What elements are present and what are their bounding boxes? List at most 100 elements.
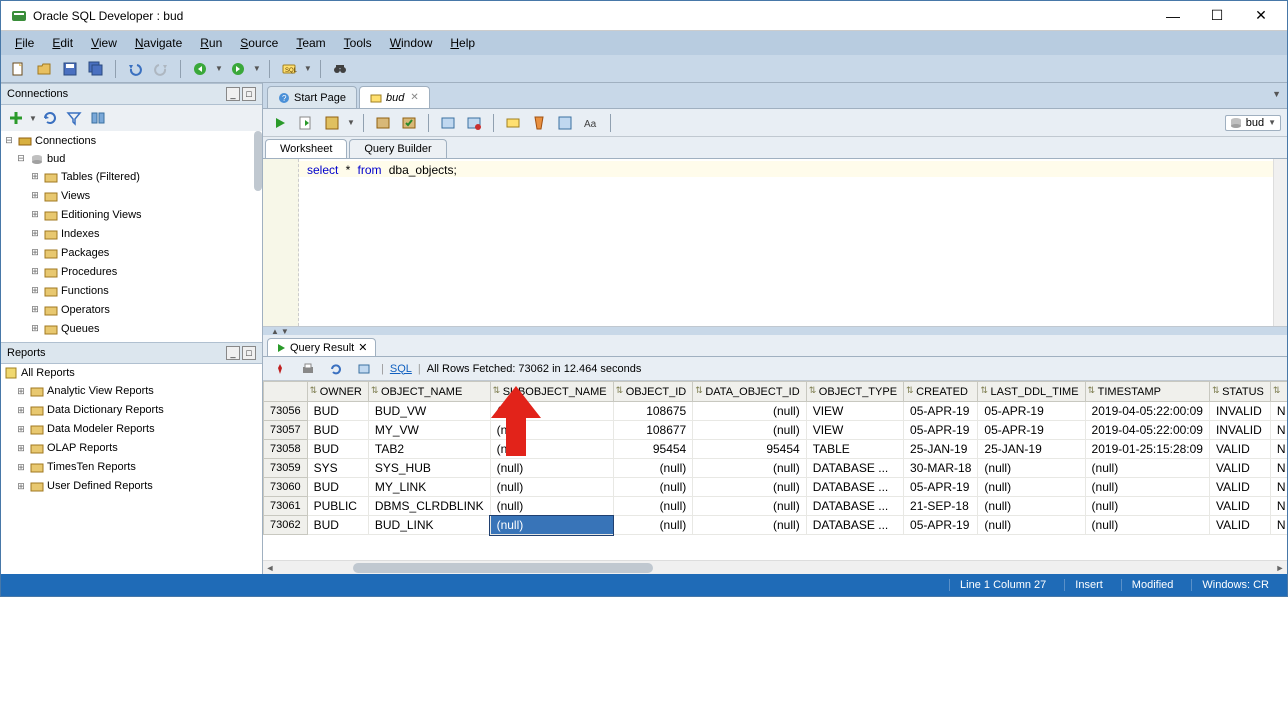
grid-cell[interactable]: DATABASE ...	[806, 497, 903, 516]
clear-icon[interactable]	[528, 112, 550, 134]
tree-item-label[interactable]: Data Dictionary Reports	[47, 404, 164, 416]
grid-cell[interactable]: (null)	[693, 459, 806, 478]
dropdown-arrow-icon[interactable]: ▼	[304, 64, 312, 73]
grid-cell[interactable]: BUD	[307, 516, 368, 535]
column-header[interactable]: ⇅	[1270, 382, 1287, 402]
grid-cell[interactable]: (null)	[978, 478, 1085, 497]
grid-cell[interactable]: (null)	[490, 440, 613, 459]
grid-cell[interactable]: (null)	[693, 516, 806, 535]
undo-icon[interactable]	[124, 58, 146, 80]
grid-cell[interactable]: (null)	[613, 497, 693, 516]
tab-close-icon[interactable]: ✕	[358, 341, 367, 354]
pin-icon[interactable]	[269, 358, 291, 380]
row-number[interactable]: 73058	[264, 440, 308, 459]
grid-cell[interactable]: N	[1270, 497, 1287, 516]
tab-query-result[interactable]: Query Result ✕	[267, 338, 376, 356]
scroll-right-icon[interactable]: ►	[1273, 561, 1287, 575]
nav-forward-icon[interactable]	[227, 58, 249, 80]
column-header[interactable]: ⇅ OBJECT_NAME	[368, 382, 490, 402]
tree-item-label[interactable]: User Defined Reports	[47, 480, 153, 492]
grid-cell[interactable]: (null)	[490, 402, 613, 421]
grid-cell[interactable]: DATABASE ...	[806, 516, 903, 535]
menu-edit[interactable]: Edit	[44, 33, 81, 53]
menu-tools[interactable]: Tools	[336, 33, 380, 53]
grid-cell[interactable]: 108675	[613, 402, 693, 421]
grid-cell[interactable]: N	[1270, 516, 1287, 535]
grid-cell[interactable]: N	[1270, 459, 1287, 478]
history-icon[interactable]	[554, 112, 576, 134]
panel-restore-icon[interactable]: □	[242, 346, 256, 360]
sql-worksheet-icon[interactable]: SQL	[278, 58, 300, 80]
grid-cell[interactable]: (null)	[693, 497, 806, 516]
grid-cell[interactable]: (null)	[490, 421, 613, 440]
autotrace-icon[interactable]	[372, 112, 394, 134]
open-icon[interactable]	[33, 58, 55, 80]
grid-cell[interactable]: 05-APR-19	[904, 421, 978, 440]
dropdown-arrow-icon[interactable]: ▼	[253, 64, 261, 73]
grid-cell[interactable]: N	[1270, 478, 1287, 497]
grid-cell[interactable]: 95454	[693, 440, 806, 459]
grid-cell[interactable]: SYS_HUB	[368, 459, 490, 478]
row-number[interactable]: 73059	[264, 459, 308, 478]
tabs-overflow-icon[interactable]: ▼	[1272, 89, 1281, 99]
grid-cell[interactable]: N	[1270, 421, 1287, 440]
grid-cell[interactable]: (null)	[613, 459, 693, 478]
new-connection-icon[interactable]	[5, 107, 27, 129]
grid-cell[interactable]: VALID	[1209, 478, 1270, 497]
menu-window[interactable]: Window	[382, 33, 441, 53]
grid-cell[interactable]: VALID	[1209, 459, 1270, 478]
grid-cell[interactable]: 05-APR-19	[978, 421, 1085, 440]
explain-plan-icon[interactable]	[321, 112, 343, 134]
grid-cell[interactable]: (null)	[1085, 459, 1209, 478]
grid-cell[interactable]: VALID	[1209, 497, 1270, 516]
grid-cell[interactable]: 2019-04-05:22:00:09	[1085, 402, 1209, 421]
tab-worksheet[interactable]: Worksheet	[265, 139, 347, 158]
row-number[interactable]: 73056	[264, 402, 308, 421]
grid-cell[interactable]: (null)	[490, 497, 613, 516]
grid-cell[interactable]: TAB2	[368, 440, 490, 459]
sql-link[interactable]: SQL	[390, 363, 412, 375]
connection-chooser[interactable]: bud ▼	[1225, 115, 1281, 131]
tree-scrollbar[interactable]	[254, 131, 262, 191]
grid-cell[interactable]: BUD	[307, 440, 368, 459]
tree-item-label[interactable]: Operators	[61, 304, 110, 316]
grid-cell[interactable]: BUD	[307, 478, 368, 497]
grid-cell[interactable]: DBMS_CLRDBLINK	[368, 497, 490, 516]
menu-team[interactable]: Team	[288, 33, 333, 53]
grid-cell[interactable]: (null)	[1085, 497, 1209, 516]
reports-tree[interactable]: All Reports ⊞Analytic View Reports⊞Data …	[1, 364, 262, 575]
sql-tuning-icon[interactable]	[502, 112, 524, 134]
grid-cell[interactable]: (null)	[490, 516, 613, 535]
column-header[interactable]: ⇅ CREATED	[904, 382, 978, 402]
tab-bud[interactable]: bud ✕	[359, 86, 430, 108]
grid-cell[interactable]: VIEW	[806, 421, 903, 440]
row-number[interactable]: 73062	[264, 516, 308, 535]
menu-view[interactable]: View	[83, 33, 125, 53]
grid-cell[interactable]: 25-JAN-19	[904, 440, 978, 459]
save-all-icon[interactable]	[85, 58, 107, 80]
menu-run[interactable]: Run	[192, 33, 230, 53]
tree-item-label[interactable]: Views	[61, 190, 90, 202]
print-icon[interactable]	[297, 358, 319, 380]
maximize-button[interactable]: ☐	[1195, 2, 1239, 30]
grid-cell[interactable]: DATABASE ...	[806, 459, 903, 478]
grid-cell[interactable]: VIEW	[806, 402, 903, 421]
grid-cell[interactable]: TABLE	[806, 440, 903, 459]
column-header[interactable]: ⇅ OWNER	[307, 382, 368, 402]
grid-cell[interactable]: BUD_VW	[368, 402, 490, 421]
nav-back-icon[interactable]	[189, 58, 211, 80]
connections-tree[interactable]: ⊟Connections ⊟bud ⊞Tables (Filtered)⊞Vie…	[1, 131, 262, 342]
menu-navigate[interactable]: Navigate	[127, 33, 190, 53]
grid-cell[interactable]: 05-APR-19	[904, 402, 978, 421]
grid-cell[interactable]: (null)	[1085, 478, 1209, 497]
column-header[interactable]: ⇅ OBJECT_ID	[613, 382, 693, 402]
column-header[interactable]: ⇅ LAST_DDL_TIME	[978, 382, 1085, 402]
tree-item-label[interactable]: Queues	[61, 323, 100, 335]
tree-item-label[interactable]: Indexes	[61, 228, 100, 240]
menu-help[interactable]: Help	[442, 33, 483, 53]
grid-cell[interactable]: 2019-01-25:15:28:09	[1085, 440, 1209, 459]
tree-item-label[interactable]: Tables (Filtered)	[61, 171, 140, 183]
run-statement-icon[interactable]	[269, 112, 291, 134]
column-header[interactable]: ⇅ DATA_OBJECT_ID	[693, 382, 806, 402]
result-grid[interactable]: ⇅ OWNER⇅ OBJECT_NAME⇅ SUBOBJECT_NAME⇅ OB…	[263, 381, 1287, 560]
